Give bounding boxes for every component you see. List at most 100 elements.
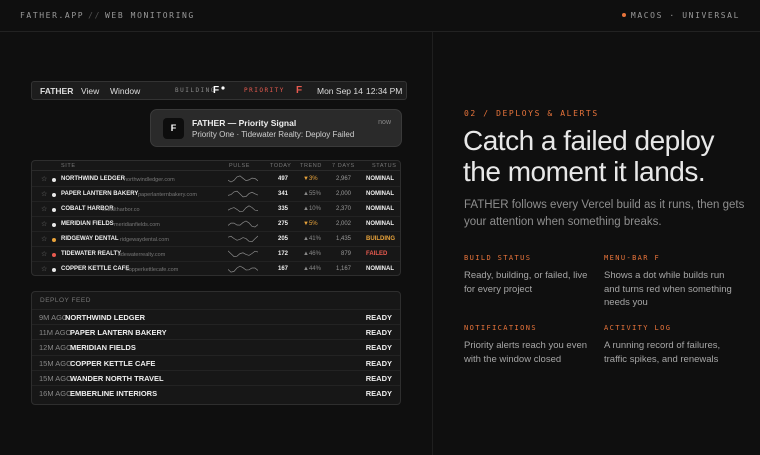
status-dot-icon: [52, 193, 56, 197]
trend-value: ▲41%: [303, 236, 321, 242]
seven-day-count: 2,967: [336, 176, 352, 182]
today-count: 335: [278, 206, 289, 212]
notification-title: FATHER — Priority Signal: [192, 118, 297, 128]
star-icon[interactable]: ☆: [41, 265, 47, 273]
brand: FATHER.APP//WEB MONITORING: [20, 11, 195, 20]
menu-app-name[interactable]: FATHER: [40, 86, 73, 96]
deploy-feed: DEPLOY FEED 9M AGO NORTHWIND LEDGER READY 1…: [31, 291, 401, 405]
deploy-time-ago: 9M AGO: [39, 313, 68, 322]
feature-notifications: NOTIFICATIONS Priority alerts reach you …: [464, 324, 599, 366]
status-badge: NOMINAL: [366, 176, 394, 182]
site-row[interactable]: ☆ COPPER KETTLE CAFE copperkettlecafe.com 1…: [32, 262, 400, 275]
star-icon[interactable]: ☆: [41, 205, 47, 213]
priority-notification[interactable]: F FATHER — Priority Signal Priority One …: [150, 109, 402, 147]
deploy-time-ago: 15M AGO: [39, 358, 72, 368]
seven-day-count: 2,370: [336, 206, 352, 212]
deploy-site-name: MERIDIAN FIELDS: [70, 343, 136, 353]
pulse-sparkline: [228, 235, 258, 243]
site-row[interactable]: ☆ RIDGEWAY DENTAL ridgewaydental.com 205 ▲41…: [32, 232, 400, 247]
seven-day-count: 879: [340, 251, 351, 257]
trend-value: ▲55%: [303, 191, 321, 197]
status-dot-icon: [52, 178, 56, 182]
star-icon[interactable]: ☆: [41, 250, 47, 258]
menu-bar-f-building-icon[interactable]: F: [213, 85, 219, 96]
pulse-sparkline: [228, 175, 258, 183]
seven-day-count: 2,000: [336, 191, 352, 197]
deploy-status: READY: [365, 373, 392, 383]
menu-window[interactable]: Window: [110, 86, 140, 96]
trend-value: ▲44%: [303, 266, 321, 272]
site-domain: tidewaterrealty.com: [118, 251, 166, 258]
menu-bar-dot-icon: [221, 86, 225, 90]
star-icon[interactable]: ☆: [41, 190, 47, 198]
today-count: 167: [278, 266, 289, 272]
trend-value: ▼3%: [303, 176, 318, 182]
today-count: 497: [278, 176, 289, 182]
top-bar: FATHER.APP//WEB MONITORING MACOS · UNIVE…: [0, 0, 760, 32]
site-row[interactable]: ☆ PAPER LANTERN BAKERY paperlanternbakery.…: [32, 187, 400, 202]
trend-value: ▲46%: [303, 251, 321, 257]
star-icon[interactable]: ☆: [41, 175, 47, 183]
site-row[interactable]: ☆ COBALT HARBOR cobaltharbor.co 335 ▲10% 2,37…: [32, 202, 400, 217]
menu-priority-label: PRIORITY: [244, 87, 285, 94]
feature-title: ACTIVITY LOG: [604, 324, 672, 332]
site-domain: copperkettlecafe.com: [126, 266, 179, 273]
deploy-feed-row[interactable]: 9M AGO NORTHWIND LEDGER READY: [32, 309, 400, 324]
status-badge: NOMINAL: [366, 266, 394, 272]
col-7days: 7 DAYS: [332, 163, 355, 169]
star-icon[interactable]: ☆: [41, 235, 47, 243]
site-name: TIDEWATER REALTY: [61, 251, 122, 257]
sites-table-header: SITE PULSE TODAY TREND 7 DAYS STATUS: [32, 161, 400, 171]
col-pulse: PULSE: [229, 163, 251, 169]
deploy-status: READY: [365, 358, 392, 368]
site-domain: meridianfields.com: [114, 221, 160, 228]
deploy-status: READY: [365, 343, 392, 353]
status-badge: NOMINAL: [366, 206, 394, 212]
brand-separator: //: [88, 11, 102, 20]
today-count: 172: [278, 251, 289, 257]
menu-view[interactable]: View: [81, 86, 99, 96]
col-site: SITE: [61, 163, 76, 169]
notification-body: Priority One · Tidewater Realty: Deploy …: [192, 130, 355, 139]
site-name: RIDGEWAY DENTAL: [61, 236, 119, 242]
deploy-status: READY: [365, 389, 392, 398]
site-row[interactable]: ☆ TIDEWATER REALTY tidewaterrealty.com 172 ▲…: [32, 247, 400, 262]
headline: Catch a failed deploy the moment it land…: [463, 125, 715, 187]
deploy-feed-row[interactable]: 15M AGO WANDER NORTH TRAVEL READY: [32, 369, 400, 385]
deploy-time-ago: 12M AGO: [39, 343, 72, 353]
status-badge: BUILDING: [366, 236, 395, 242]
feature-body: Ready, building, or failed, live for eve…: [464, 270, 588, 295]
status-dot-icon: [52, 208, 56, 212]
pulse-sparkline: [228, 250, 258, 257]
site-domain: cobaltharbor.co: [102, 206, 140, 213]
site-name: PAPER LANTERN BAKERY: [61, 191, 139, 197]
today-count: 275: [278, 221, 289, 227]
site-domain: paperlanternbakery.com: [138, 191, 197, 198]
deploy-status: READY: [365, 328, 392, 338]
star-icon[interactable]: ☆: [41, 220, 47, 228]
site-domain: northwindledger.com: [124, 176, 175, 183]
deploy-feed-row[interactable]: 12M AGO MERIDIAN FIELDS READY: [32, 339, 400, 354]
menu-bar-f-alert-icon[interactable]: F: [296, 85, 302, 96]
site-row[interactable]: ☆ MERIDIAN FIELDS meridianfields.com 275 ▼5%…: [32, 217, 400, 232]
deploy-time-ago: 16M AGO: [39, 389, 72, 398]
status-dot-icon: [52, 223, 56, 227]
pulse-sparkline: [228, 190, 258, 198]
feature-title: MENU-BAR F: [604, 254, 661, 262]
site-name: MERIDIAN FIELDS: [61, 221, 114, 227]
deploy-feed-row[interactable]: 15M AGO COPPER KETTLE CAFE READY: [32, 354, 400, 370]
brand-section: WEB MONITORING: [105, 11, 195, 20]
status-badge: NOMINAL: [366, 221, 394, 227]
status-badge: NOMINAL: [366, 191, 394, 197]
feature-body: Priority alerts reach you even with the …: [464, 340, 588, 365]
feature-title: BUILD STATUS: [464, 254, 532, 262]
site-row[interactable]: ☆ NORTHWIND LEDGER northwindledger.com 497 ▼…: [32, 172, 400, 187]
trend-value: ▼5%: [303, 221, 318, 227]
feature-title: NOTIFICATIONS: [464, 324, 537, 332]
status-badge: FAILED: [366, 251, 388, 257]
status-dot-icon: [52, 268, 56, 272]
today-count: 341: [278, 191, 289, 197]
feature-activity-log: ACTIVITY LOG A running record of failure…: [604, 324, 739, 366]
deploy-feed-row[interactable]: 16M AGO EMBERLINE INTERIORS READY: [32, 385, 400, 400]
deploy-feed-row[interactable]: 11M AGO PAPER LANTERN BAKERY READY: [32, 324, 400, 339]
